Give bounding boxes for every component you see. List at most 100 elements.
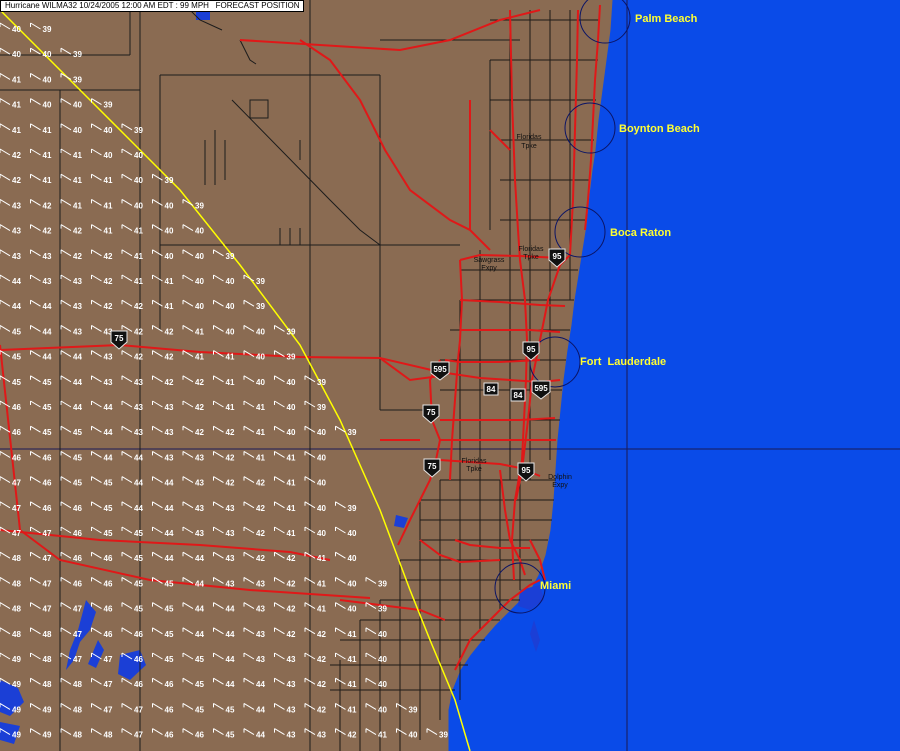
road-label: Tpke	[523, 254, 539, 261]
wind-speed-label: 41	[134, 227, 143, 236]
wind-speed-label: 43	[317, 731, 326, 740]
wind-speed-label: 43	[73, 302, 82, 311]
wind-speed-label: 40	[378, 705, 387, 714]
wind-speed-label: 44	[73, 378, 82, 387]
wind-speed-label: 46	[43, 479, 52, 488]
city-label-boynton-beach: Boynton Beach	[619, 123, 700, 135]
wind-speed-label: 41	[226, 353, 235, 362]
wind-speed-label: 42	[73, 227, 82, 236]
wind-speed-label: 45	[73, 479, 82, 488]
wind-speed-label: 41	[195, 353, 204, 362]
wind-speed-label: 46	[73, 504, 82, 513]
wind-speed-label: 47	[73, 630, 82, 639]
wind-speed-label: 46	[104, 579, 113, 588]
wind-speed-label: 39	[348, 504, 357, 513]
road-label: Sawgrass	[474, 257, 505, 264]
wind-speed-label: 41	[287, 453, 296, 462]
wind-speed-label: 39	[43, 25, 52, 34]
wind-speed-label: 42	[12, 151, 21, 160]
wind-speed-label: 42	[317, 680, 326, 689]
wind-speed-label: 44	[43, 302, 52, 311]
wind-speed-label: 47	[73, 605, 82, 614]
wind-speed-label: 46	[104, 605, 113, 614]
wind-speed-label: 45	[134, 605, 143, 614]
wind-speed-label: 45	[12, 378, 21, 387]
wind-speed-label: 45	[165, 605, 174, 614]
wind-speed-label: 45	[226, 705, 235, 714]
wind-speed-label: 44	[165, 529, 174, 538]
wind-speed-label: 41	[317, 554, 326, 563]
wind-speed-label: 43	[104, 353, 113, 362]
wind-speed-label: 40	[378, 630, 387, 639]
wind-speed-label: 43	[43, 277, 52, 286]
wind-speed-label: 44	[43, 353, 52, 362]
wind-speed-label: 45	[104, 504, 113, 513]
wind-speed-label: 46	[165, 680, 174, 689]
wind-speed-label: 41	[378, 731, 387, 740]
wind-speed-label: 47	[43, 579, 52, 588]
wind-speed-label: 40	[43, 101, 52, 110]
wind-speed-label: 39	[378, 579, 387, 588]
wind-speed-label: 41	[256, 403, 265, 412]
wind-speed-label: 45	[195, 655, 204, 664]
wind-speed-label: 40	[12, 25, 21, 34]
wind-speed-label: 42	[104, 252, 113, 261]
wind-speed-label: 40	[409, 731, 418, 740]
shield-number: 84	[487, 385, 496, 394]
wind-speed-label: 39	[256, 277, 265, 286]
wind-speed-label: 44	[165, 479, 174, 488]
wind-speed-label: 47	[134, 705, 143, 714]
wind-speed-label: 41	[12, 126, 21, 135]
shield-number: 95	[553, 252, 562, 261]
wind-speed-label: 40	[348, 554, 357, 563]
wind-speed-label: 39	[195, 201, 204, 210]
wind-speed-label: 46	[12, 403, 21, 412]
wind-speed-label: 45	[43, 378, 52, 387]
wind-speed-label: 45	[43, 403, 52, 412]
wind-speed-label: 40	[287, 403, 296, 412]
wind-speed-label: 41	[73, 201, 82, 210]
wind-speed-label: 42	[165, 353, 174, 362]
wind-speed-label: 47	[104, 655, 113, 664]
wind-speed-label: 40	[317, 529, 326, 538]
wind-speed-label: 46	[165, 731, 174, 740]
wind-speed-label: 45	[104, 529, 113, 538]
city-label-miami: Miami	[540, 580, 571, 592]
wind-speed-label: 41	[104, 227, 113, 236]
wind-speed-label: 43	[104, 378, 113, 387]
wind-speed-label: 41	[256, 428, 265, 437]
wind-speed-label: 41	[256, 453, 265, 462]
wind-speed-label: 39	[287, 353, 296, 362]
shield-number: 595	[433, 365, 447, 374]
wind-speed-label: 48	[73, 680, 82, 689]
wind-speed-label: 47	[134, 731, 143, 740]
city-label-palm-beach: Palm Beach	[635, 13, 698, 25]
wind-speed-label: 40	[256, 327, 265, 336]
wind-speed-label: 44	[226, 655, 235, 664]
wind-speed-label: 39	[73, 75, 82, 84]
wind-speed-label: 39	[317, 403, 326, 412]
wind-speed-label: 40	[134, 151, 143, 160]
wind-speed-label: 45	[195, 680, 204, 689]
wind-speed-label: 42	[73, 252, 82, 261]
wind-speed-label: 46	[43, 504, 52, 513]
shield-number: 95	[522, 466, 531, 475]
shield-number: 95	[527, 345, 536, 354]
wind-speed-label: 39	[134, 126, 143, 135]
map-title-bar: Hurricane WILMA32 10/24/2005 12:00 AM ED…	[0, 0, 305, 12]
wind-speed-label: 43	[287, 731, 296, 740]
wind-speed-label: 44	[104, 428, 113, 437]
wind-speed-label: 40	[134, 176, 143, 185]
wind-speed-label: 43	[73, 277, 82, 286]
wind-speed-label: 40	[317, 479, 326, 488]
wind-speed-label: 39	[409, 705, 418, 714]
wind-speed-label: 42	[256, 479, 265, 488]
wind-speed-label: 48	[43, 630, 52, 639]
wind-speed-label: 42	[43, 201, 52, 210]
wind-speed-label: 40	[287, 378, 296, 387]
wind-speed-label: 43	[134, 378, 143, 387]
wind-speed-label: 41	[43, 151, 52, 160]
wind-speed-label: 43	[226, 579, 235, 588]
wind-speed-label: 46	[195, 731, 204, 740]
wind-speed-label: 41	[317, 579, 326, 588]
